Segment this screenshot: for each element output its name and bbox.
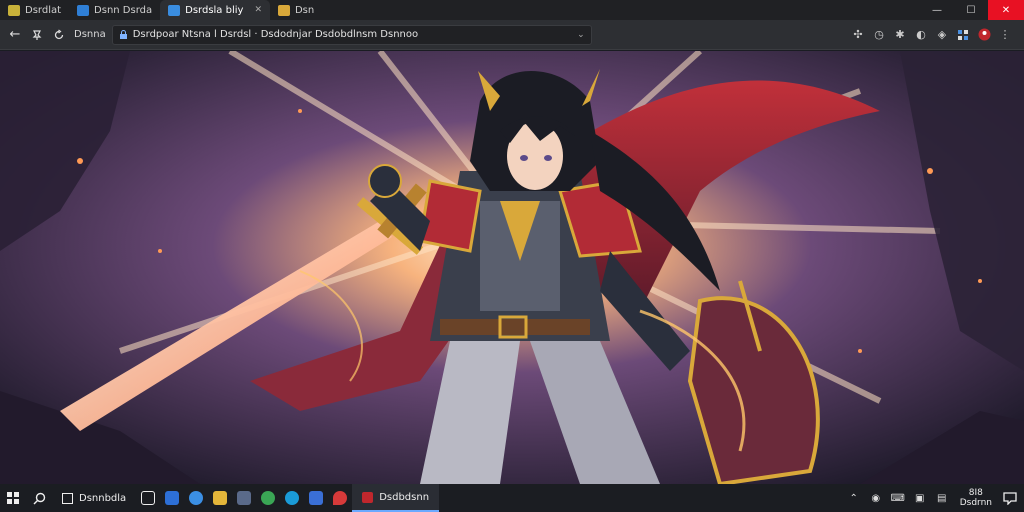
system-tray: ⌃ ◉ ⌨ ▣ ▤ 8I8 Dsdrnn (844, 484, 1024, 512)
display-icon[interactable]: ▣ (910, 484, 930, 512)
window-controls: — ☐ ✕ (920, 0, 1024, 20)
document-icon (277, 4, 290, 16)
tab-1[interactable]: Dsrdlat (0, 0, 69, 20)
search-icon[interactable] (26, 484, 52, 512)
tab-4[interactable]: Dsn (270, 0, 322, 20)
start-icon[interactable] (0, 484, 26, 512)
window-icon (62, 492, 73, 504)
close-icon[interactable]: ✕ (254, 5, 262, 15)
chrome-icon[interactable] (256, 484, 280, 512)
edge-icon[interactable] (184, 484, 208, 512)
tab-label: Dsn (294, 4, 315, 16)
app-icon (362, 491, 374, 503)
taskbar-app-running[interactable]: Dsnnbdla (52, 484, 136, 512)
address-bar[interactable]: Dsrdpoar Ntsna l Dsrdsl · Dsdodnjar Dsdo… (111, 24, 592, 45)
close-button[interactable]: ✕ (988, 0, 1024, 20)
history-icon[interactable]: ◷ (870, 26, 888, 44)
sync-icon[interactable]: ◐ (912, 26, 930, 44)
network-icon[interactable]: ◉ (866, 484, 886, 512)
grid-icon[interactable] (954, 26, 972, 44)
browser-titlebar: Dsrdlat Dsnn Dsrda Dsrdsla bliy ✕ Dsn — … (0, 0, 1024, 20)
taskbar-app-active[interactable]: Dsdbdsnn (352, 484, 440, 512)
taskbar: Dsnnbdla Dsdbdsnn ⌃ ◉ ⌨ ▣ ▤ 8I8 Dsdrnn (0, 484, 1024, 512)
tab-label: Dsrdsla bliy (185, 4, 244, 16)
back-button[interactable]: ← (4, 24, 26, 46)
pin-icon[interactable] (26, 24, 48, 46)
address-text: Dsrdpoar Ntsna l Dsrdsl · Dsdodnjar Dsdo… (132, 29, 419, 40)
share-icon[interactable]: ◈ (933, 26, 951, 44)
maximize-button[interactable]: ☐ (954, 0, 988, 20)
tab-label: Dsrdlat (25, 4, 62, 16)
tab-3-active[interactable]: Dsrdsla bliy ✕ (160, 0, 270, 20)
taskbar-app-label: Dsnnbdla (79, 492, 127, 504)
security-icon[interactable] (328, 484, 352, 512)
browser-toolbar: ← Dsnna Dsrdpoar Ntsna l Dsrdsl · Dsdodn… (0, 20, 1024, 50)
taskbar-app-label: Dsdbdsnn (379, 491, 430, 503)
profile-icon[interactable] (975, 26, 993, 44)
notification-icon[interactable] (1000, 484, 1020, 512)
chevron-up-icon[interactable]: ⌃ (844, 484, 864, 512)
extension-label[interactable]: Dsnna (74, 29, 106, 40)
menu-icon[interactable]: ⋮ (996, 26, 1014, 44)
puzzle-icon[interactable]: ✣ (849, 26, 867, 44)
volume-icon[interactable]: ▤ (932, 484, 952, 512)
clock-time: 8I8 (968, 488, 983, 498)
page-viewport[interactable] (0, 51, 1024, 484)
reload-icon[interactable] (48, 24, 70, 46)
artwork-image (0, 51, 1024, 484)
tab-2[interactable]: Dsnn Dsrda (69, 0, 160, 20)
tab-label: Dsnn Dsrda (94, 4, 153, 16)
extensions-area: ✣ ◷ ✱ ◐ ◈ ⋮ (849, 26, 1020, 44)
keyboard-icon[interactable]: ⌨ (888, 484, 908, 512)
clock-date: Dsdrnn (959, 498, 992, 508)
folder-icon[interactable] (208, 484, 232, 512)
settings-icon[interactable] (304, 484, 328, 512)
minimize-button[interactable]: — (920, 0, 954, 20)
chevron-down-icon[interactable]: ⌄ (577, 30, 585, 40)
cloud-icon (77, 4, 90, 16)
clock[interactable]: 8I8 Dsdrnn (954, 488, 998, 508)
mail-icon[interactable] (232, 484, 256, 512)
task-view-icon[interactable] (136, 484, 160, 512)
lock-icon (119, 30, 128, 39)
settings-icon[interactable]: ✱ (891, 26, 909, 44)
image-icon (168, 4, 181, 16)
folder-icon (8, 4, 20, 16)
browser-icon[interactable] (280, 484, 304, 512)
store-icon[interactable] (160, 484, 184, 512)
